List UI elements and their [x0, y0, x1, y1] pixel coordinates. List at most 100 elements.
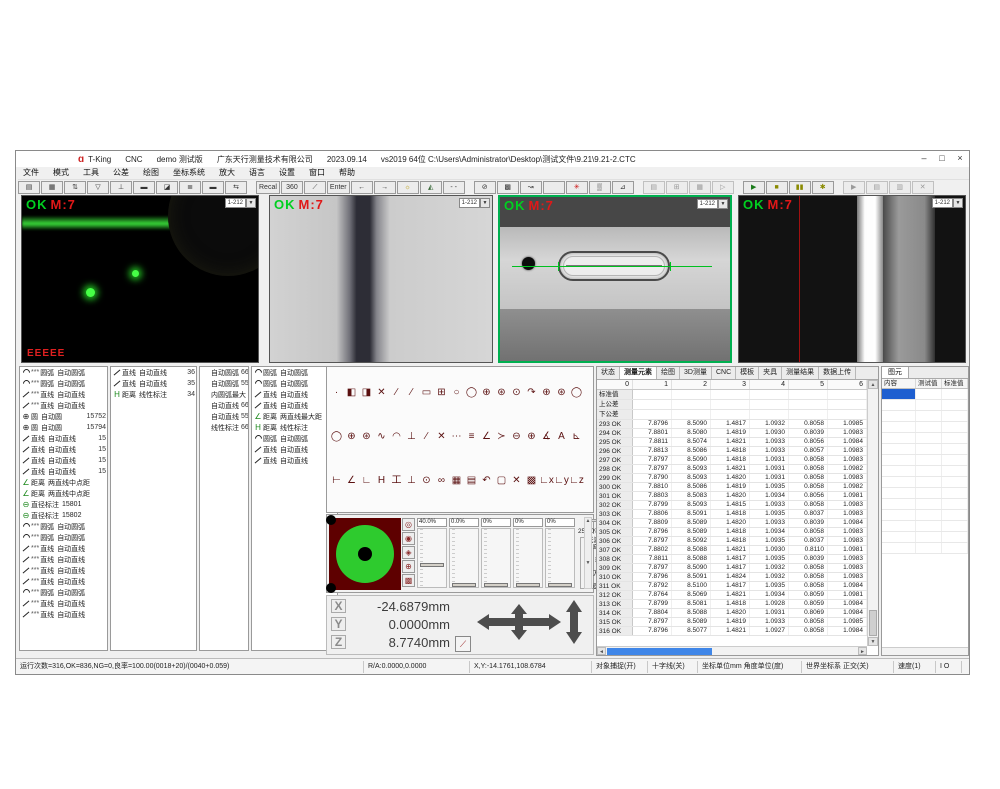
close-task-button[interactable]: ✕ [912, 181, 934, 194]
slider-track[interactable] [545, 528, 575, 588]
list-item[interactable]: ***圆弧自动圆弧 [20, 521, 107, 532]
camera4-selector-dropdown-icon[interactable]: ▼ [953, 198, 963, 208]
chart-button[interactable]: ⊿ [612, 181, 634, 194]
focus-button[interactable]: ≣ [179, 181, 201, 194]
arrow-right-button[interactable]: → [374, 181, 396, 194]
table-tab-6[interactable]: 夹具 [759, 367, 782, 379]
scrollbar-thumb[interactable] [869, 610, 877, 636]
curve-button[interactable]: ↝ [520, 181, 542, 194]
pattern-button[interactable]: ▩ [497, 181, 519, 194]
light-slider-1[interactable]: 0.0% [449, 518, 479, 592]
list-item[interactable]: ***直线自动直线 [20, 598, 107, 609]
maximize-button[interactable]: □ [933, 152, 951, 166]
detail-row[interactable] [882, 499, 968, 510]
arc-tool[interactable]: ↷ [524, 386, 539, 401]
light-slider-4[interactable]: 0% [545, 518, 575, 592]
table-row[interactable]: 298 OK7.87978.50931.48211.09310.80581.09… [597, 465, 867, 474]
batch-button[interactable]: ⊞ [666, 181, 688, 194]
right-angle-tool[interactable]: ∟ [359, 474, 374, 489]
wave-tool[interactable]: ∿ [374, 430, 389, 445]
slider-thumb[interactable] [548, 583, 572, 587]
table-tab-5[interactable]: 模板 [736, 367, 759, 379]
camera-view-3-selected[interactable]: OKM:7 1-212 ▼ [498, 195, 732, 363]
grid-tool[interactable]: ▦ [449, 474, 464, 489]
list-item[interactable]: 直线自动直线55 [252, 444, 337, 455]
circle-pattern2-tool[interactable]: ⊛ [554, 386, 569, 401]
camera2-selector[interactable]: 1-212 [459, 198, 480, 208]
camera-view-2[interactable]: OKM:7 1-212 ▼ [269, 195, 493, 363]
table-row[interactable]: 300 OK7.88108.50861.48191.09350.80581.09… [597, 483, 867, 492]
light-panel-scrollbar[interactable]: ▲▼ [584, 517, 592, 589]
star-button[interactable]: ✳ [566, 181, 588, 194]
table-row[interactable]: 304 OK7.88098.50891.48201.09330.80391.09… [597, 519, 867, 528]
table-row[interactable]: 316 OK7.87968.50771.48211.09270.80581.09… [597, 627, 867, 636]
list-item[interactable]: ***直线自动直线 [20, 554, 107, 565]
list-item[interactable]: ∠距离两直线最大距 [252, 411, 337, 422]
table-row[interactable]: 297 OK7.87978.50901.48181.09310.80581.09… [597, 456, 867, 465]
slider-track[interactable] [513, 528, 543, 588]
list-item[interactable]: H距离线性标注55 [252, 422, 337, 433]
save-result-button[interactable]: ▤ [643, 181, 665, 194]
table-tab-0[interactable]: 状态 [597, 367, 620, 379]
list-item[interactable]: ∠距离两直线中点距 [20, 488, 107, 499]
list-item[interactable]: 直线自动直线55 [252, 400, 337, 411]
circle-plus-tool[interactable]: ⊕ [524, 430, 539, 445]
circle-pattern-tool[interactable]: ⊛ [494, 386, 509, 401]
table-tab-2[interactable]: 绘图 [657, 367, 680, 379]
dither-button[interactable]: ▒ [589, 181, 611, 194]
camera2-selector-dropdown-icon[interactable]: ▼ [480, 198, 490, 208]
circle-scan-tool[interactable]: ◯ [464, 386, 479, 401]
region2-tool[interactable]: ◨ [359, 386, 374, 401]
minimize-button[interactable]: – [915, 152, 933, 166]
table-tool[interactable]: ▤ [464, 474, 479, 489]
list-item[interactable]: ***直线自动直线 [20, 565, 107, 576]
table-row[interactable]: 294 OK7.88018.50801.48191.09300.80391.09… [597, 429, 867, 438]
slash-tool[interactable]: ∕ [419, 430, 434, 445]
datum-tool[interactable]: ⊥ [404, 474, 419, 489]
pause-button[interactable]: ▮▮ [789, 181, 811, 194]
table-row[interactable]: 303 OK7.88068.50911.48181.09350.80371.09… [597, 510, 867, 519]
text-tool[interactable]: A [554, 430, 569, 445]
light-level-button[interactable]: ▬ [202, 181, 224, 194]
list-item[interactable]: 圆弧自动圆弧55 [252, 378, 337, 389]
slope-pen-button[interactable]: ⟋ [304, 181, 326, 194]
list-item[interactable]: ***直线自动直线 [20, 543, 107, 554]
circle-minus-tool[interactable]: ⊖ [509, 430, 524, 445]
angle3-tool[interactable]: ⊾ [569, 430, 584, 445]
list-item[interactable]: ***圆弧自动圆弧 [20, 378, 107, 389]
slider-thumb[interactable] [420, 563, 444, 567]
table-row[interactable]: 293 OK7.87968.50901.48171.09320.80581.09… [597, 420, 867, 429]
menu-item-6[interactable]: 放大 [212, 167, 242, 179]
menu-item-3[interactable]: 公差 [106, 167, 136, 179]
table-row[interactable]: 305 OK7.87968.50891.48181.09340.80581.09… [597, 528, 867, 537]
list-item[interactable]: ***直线自动直线 [20, 576, 107, 587]
list-item[interactable]: 自动直线66 [200, 400, 248, 411]
list-item[interactable]: 圆弧自动圆弧55 [252, 367, 337, 378]
print-button[interactable]: ▥ [889, 181, 911, 194]
light-slider-0[interactable]: 40.0% [417, 518, 447, 592]
table-row[interactable]: 296 OK7.88138.50861.48181.09330.80571.09… [597, 447, 867, 456]
list-item[interactable]: ⊖直径标注15801 [20, 499, 107, 510]
angle2-tool[interactable]: ∡ [539, 430, 554, 445]
edge-detect-button[interactable]: ◪ [156, 181, 178, 194]
list-item[interactable]: ***圆弧自动圆弧 [20, 532, 107, 543]
table-row[interactable]: 302 OK7.87998.50931.48151.09330.80581.09… [597, 501, 867, 510]
list-item[interactable]: ⊕圆自动圆15794 [20, 422, 107, 433]
xy-jog-control[interactable] [477, 604, 561, 640]
close-button[interactable]: × [951, 152, 969, 166]
light-slider-2[interactable]: 0% [481, 518, 511, 592]
distance-tool[interactable]: ⊢ [329, 474, 344, 489]
list-item[interactable]: 直线自动直线35 [111, 378, 196, 389]
open-button[interactable]: ▦ [41, 181, 63, 194]
detail-row[interactable] [882, 532, 968, 543]
z-axis-button[interactable]: ⊥ [110, 181, 132, 194]
ring-quad-button[interactable]: ◈ [402, 546, 415, 559]
detail-row[interactable] [882, 411, 968, 422]
list-item[interactable]: 直线自动直线15 [20, 444, 107, 455]
select-box-tool[interactable]: ▢ [494, 474, 509, 489]
list-item[interactable]: 自动圆弧55 [200, 378, 248, 389]
menu-item-9[interactable]: 窗口 [302, 167, 332, 179]
angle-measure-tool[interactable]: ∠ [344, 474, 359, 489]
table-tab-7[interactable]: 测量结果 [782, 367, 819, 379]
menu-item-4[interactable]: 绘图 [136, 167, 166, 179]
